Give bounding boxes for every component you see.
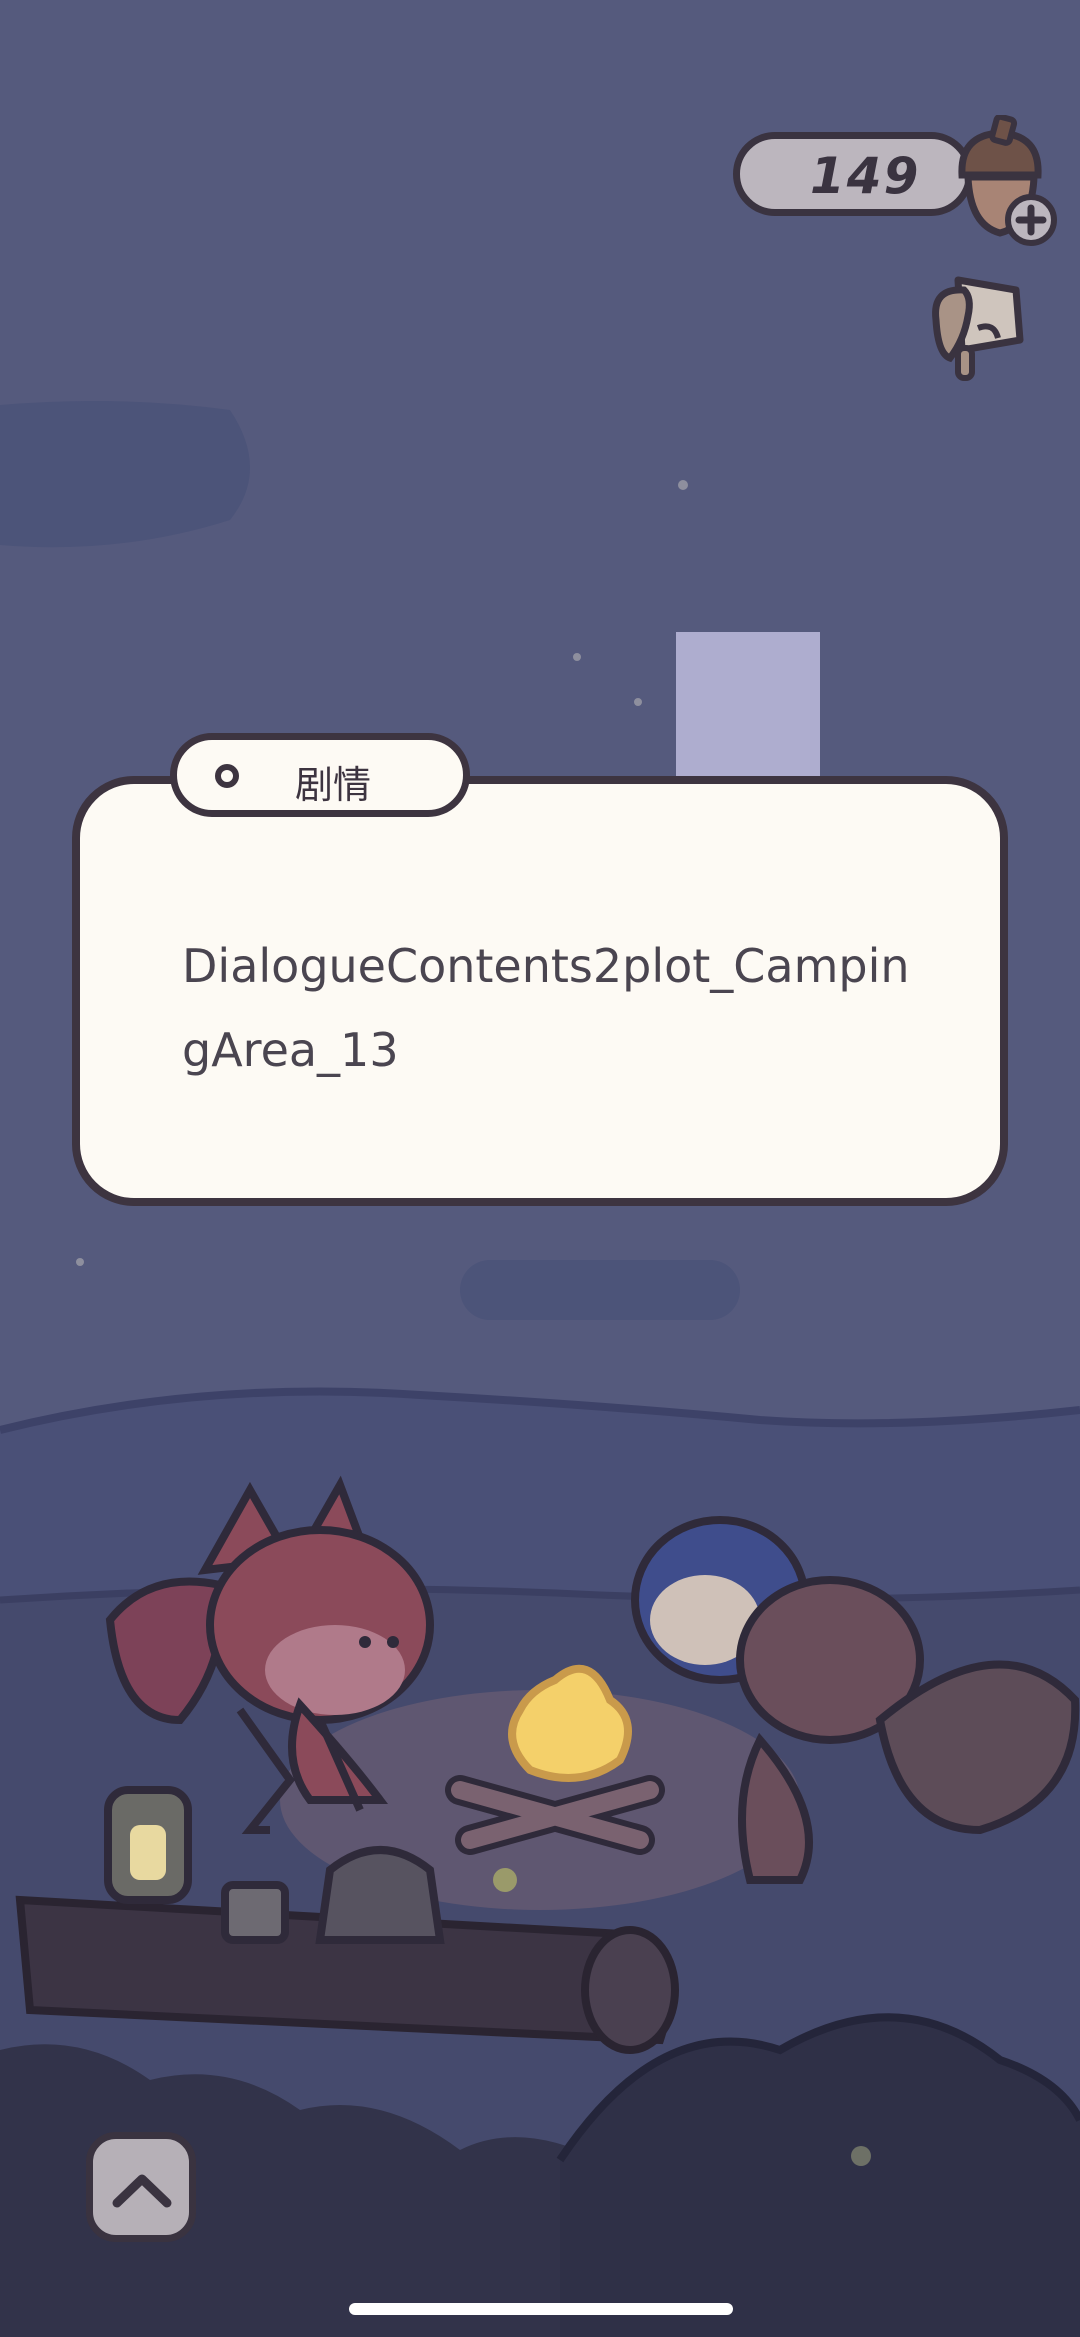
wing-scroll-icon[interactable]	[928, 268, 1028, 388]
expand-button[interactable]	[86, 2132, 196, 2242]
dialogue-box[interactable]: DialogueContents2plot_CampingArea_13	[72, 776, 1008, 1206]
home-indicator[interactable]	[349, 2303, 733, 2315]
dialogue-tab: 剧情	[170, 733, 470, 817]
plus-icon[interactable]	[1003, 192, 1059, 248]
circle-icon	[215, 764, 239, 788]
acorn-count: 149	[810, 147, 921, 205]
dialogue-text: DialogueContents2plot_CampingArea_13	[182, 939, 910, 1077]
dialogue-tab-label: 剧情	[295, 763, 372, 807]
chevron-up-icon	[112, 2174, 172, 2208]
acorn-counter[interactable]: 149	[733, 132, 973, 216]
